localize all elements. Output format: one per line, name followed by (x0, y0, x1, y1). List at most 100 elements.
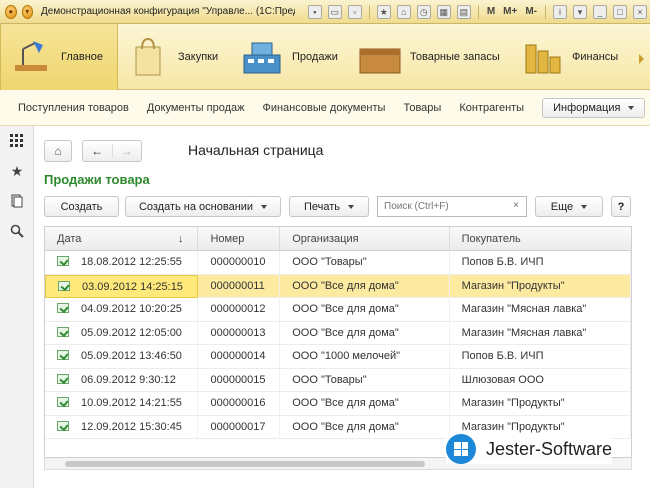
home-button[interactable]: ⌂ (44, 140, 72, 162)
column-header-buyer[interactable]: Покупатель (450, 227, 631, 251)
print-button-label: Печать (303, 200, 341, 213)
column-header-number[interactable]: Номер (198, 227, 281, 251)
more-button[interactable]: Еще (535, 196, 603, 217)
print-icon[interactable]: ▭ (327, 4, 342, 19)
column-header-label: Покупатель (461, 233, 521, 245)
posted-document-icon (57, 373, 69, 384)
posted-document-icon (57, 303, 69, 314)
divider (368, 4, 370, 19)
cell-number: 000000016 (198, 392, 281, 416)
divider (477, 4, 479, 19)
minimize-icon[interactable]: _ (593, 4, 607, 19)
memory-m-button[interactable]: M (487, 6, 495, 17)
cell-number: 000000017 (198, 415, 281, 439)
section-purchases[interactable]: Закупки (118, 24, 232, 90)
section-inventory[interactable]: Товарные запасы (350, 24, 512, 90)
cell-organization: ООО "Товары" (280, 251, 450, 275)
settings-icon[interactable]: ▾ (573, 4, 587, 19)
chevron-down-icon (628, 105, 635, 110)
posted-document-icon (57, 256, 69, 267)
chevron-down-icon (581, 204, 588, 209)
nav-link-contractors[interactable]: Контрагенты (459, 102, 524, 114)
table-row[interactable]: 06.09.2012 9:30:12 000000015 ООО "Товары… (45, 368, 631, 392)
table-row[interactable]: 04.09.2012 10:20:25 000000012 ООО "Все д… (45, 298, 631, 322)
column-header-date[interactable]: Дата ↓ (45, 227, 199, 251)
section-sales[interactable]: Продажи (232, 24, 350, 90)
chevron-down-icon (348, 204, 355, 209)
close-icon[interactable]: × (633, 4, 647, 19)
nav-link-finance-documents[interactable]: Финансовые документы (262, 102, 385, 114)
form-title: Продажи товара (44, 172, 150, 187)
memory-plus-button[interactable]: M+ (503, 6, 517, 17)
cell-date: 12.09.2012 15:30:45 (81, 420, 182, 433)
cell-buyer: Магазин "Мясная лавка" (450, 321, 631, 345)
cell-number: 000000014 (198, 345, 281, 369)
info-icon[interactable]: i (553, 4, 567, 19)
forward-arrow-icon[interactable]: → (113, 144, 142, 158)
info-dropdown-label: Информация (553, 101, 621, 114)
calculator-icon[interactable]: ▤ (456, 4, 471, 19)
section-finance[interactable]: Финансы (512, 24, 650, 90)
section-label: Продажи (292, 51, 338, 63)
watermark: Jester-Software (446, 434, 613, 464)
table-row[interactable]: 05.09.2012 13:46:50 000000014 ООО "1000 … (45, 345, 631, 369)
section-label: Товарные запасы (410, 51, 500, 63)
maximize-icon[interactable]: □ (613, 4, 627, 19)
left-tool-panel: ★ (0, 126, 34, 488)
app-logo-icon[interactable]: ● (5, 4, 17, 19)
history-icon[interactable]: ◷ (416, 4, 431, 19)
shopping-bag-icon (135, 37, 161, 76)
cell-date: 04.09.2012 10:20:25 (81, 303, 182, 315)
back-arrow-icon[interactable]: ← (83, 144, 113, 158)
save-icon[interactable]: ▪ (307, 4, 322, 19)
scrollbar-thumb[interactable] (65, 461, 425, 467)
cash-register-icon (243, 42, 281, 74)
section-label: Финансы (572, 51, 619, 63)
nav-link-goods-receipts[interactable]: Поступления товаров (18, 102, 129, 114)
link-icon[interactable]: ⌂ (396, 4, 411, 19)
cell-buyer: Магазин "Продукты" (450, 274, 631, 298)
history-icon[interactable] (0, 186, 34, 216)
scroll-right-icon[interactable] (639, 54, 644, 64)
section-main[interactable]: Главное (0, 24, 118, 90)
cell-buyer: Попов Б.В. ИЧП (450, 251, 631, 275)
search-input[interactable] (377, 196, 527, 217)
page-title: Начальная страница (188, 142, 324, 158)
cell-number: 000000015 (198, 368, 281, 392)
chevron-down-icon (261, 204, 268, 209)
preview-icon[interactable]: ▫ (347, 4, 362, 19)
more-button-label: Еще (550, 200, 574, 213)
memory-minus-button[interactable]: M- (525, 6, 537, 17)
create-button-label: Создать (60, 200, 103, 213)
favorites-star-icon[interactable]: ★ (376, 4, 391, 19)
print-button[interactable]: Печать (289, 196, 369, 217)
cell-buyer: Магазин "Мясная лавка" (450, 298, 631, 322)
create-button[interactable]: Создать (44, 196, 119, 217)
history-nav: ← → (82, 140, 142, 162)
windows-logo-icon (446, 434, 476, 464)
calendar-icon[interactable]: ▦ (436, 4, 451, 19)
table-row[interactable]: 18.08.2012 12:25:55 000000010 ООО "Товар… (45, 251, 631, 275)
cell-date: 06.09.2012 9:30:12 (81, 373, 176, 386)
table-row[interactable]: 10.09.2012 14:21:55 000000016 ООО "Все д… (45, 392, 631, 416)
watermark-text: Jester-Software (486, 438, 613, 459)
section-navigation: Поступления товаров Документы продаж Фин… (0, 90, 650, 126)
nav-link-sales-documents[interactable]: Документы продаж (147, 102, 245, 114)
coins-icon (525, 44, 561, 74)
nav-link-goods[interactable]: Товары (403, 102, 441, 114)
column-header-organization[interactable]: Организация (280, 227, 450, 251)
cell-number: 000000013 (198, 321, 281, 345)
search-icon[interactable] (0, 216, 34, 246)
table-row-selected[interactable]: 03.09.2012 14:25:15 000000011 ООО "Все д… (45, 274, 631, 298)
table-row[interactable]: 05.09.2012 12:05:00 000000013 ООО "Все д… (45, 321, 631, 345)
app-menu-icon[interactable]: ▾ (21, 4, 34, 19)
boxes-icon (359, 48, 401, 74)
apps-grid-icon[interactable] (0, 126, 34, 156)
clear-search-icon[interactable]: × (509, 199, 523, 213)
info-dropdown-button[interactable]: Информация (542, 97, 646, 118)
section-label: Главное (61, 51, 104, 63)
help-button[interactable]: ? (611, 196, 631, 217)
column-header-label: Номер (210, 233, 245, 245)
favorites-star-icon[interactable]: ★ (0, 156, 34, 186)
create-based-on-button[interactable]: Создать на основании (125, 196, 281, 217)
